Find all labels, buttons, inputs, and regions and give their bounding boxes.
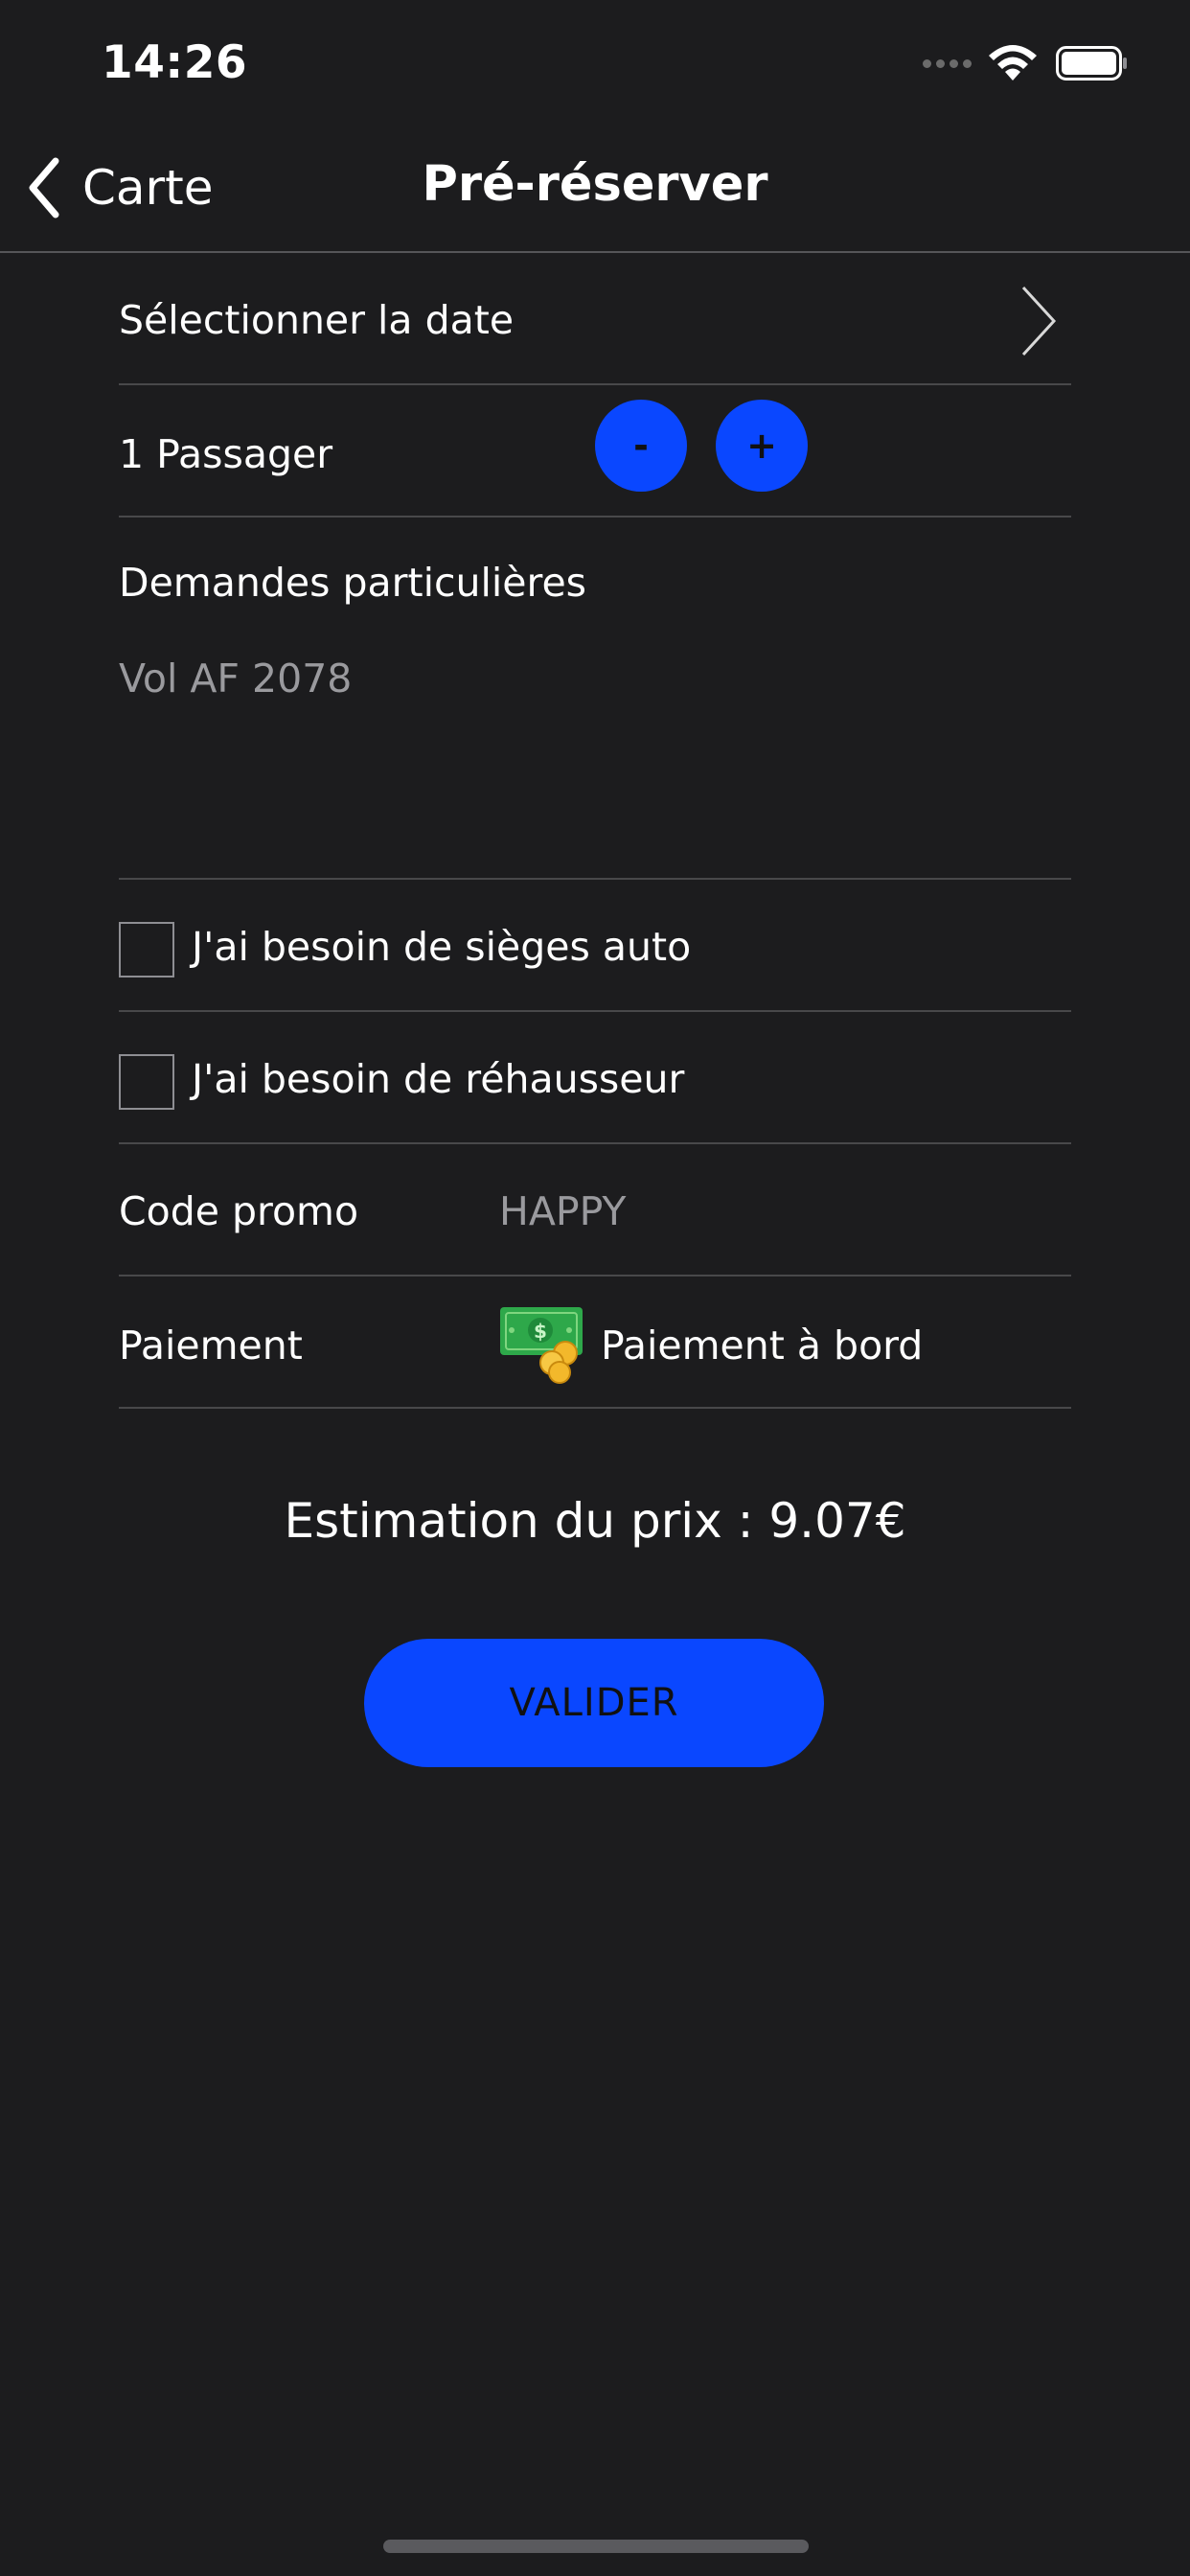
special-requests-label: Demandes particulières [119,560,587,606]
booster-checkbox[interactable] [119,1054,174,1110]
select-date-row[interactable]: Sélectionner la date [119,253,1071,385]
car-seat-checkbox[interactable] [119,922,174,978]
svg-text:$: $ [534,1320,547,1343]
home-indicator[interactable] [383,2540,809,2553]
promo-code-row: Code promo HAPPY [119,1144,1071,1276]
promo-code-label: Code promo [119,1188,359,1234]
passenger-count: 1 Passager [119,431,333,477]
status-icons [923,42,1129,84]
select-date-label: Sélectionner la date [119,297,515,343]
special-requests-input[interactable]: Vol AF 2078 [119,656,352,702]
signal-dots-icon [923,58,972,68]
payment-row[interactable]: Paiement $ Paiement à bord [119,1276,1071,1409]
payment-method: Paiement à bord [601,1322,924,1368]
promo-code-input[interactable]: HAPPY [499,1188,626,1234]
payment-label: Paiement [119,1322,303,1368]
wifi-icon [989,45,1037,80]
car-seat-label: J'ai besoin de sièges auto [192,924,692,970]
price-estimate: Estimation du prix : 9.07€ [284,1493,906,1549]
page-title: Pré-réserver [422,156,768,213]
validate-button[interactable]: VALIDER [364,1639,824,1767]
car-seat-option[interactable]: J'ai besoin de sièges auto [119,880,1071,1012]
status-time: 14:26 [102,36,248,89]
booster-option[interactable]: J'ai besoin de réhausseur [119,1012,1071,1144]
decrease-passenger-button[interactable]: - [595,400,687,492]
chevron-right-icon [1021,286,1057,356]
passenger-row: 1 Passager - + [119,385,1071,518]
booster-label: J'ai besoin de réhausseur [192,1056,685,1102]
money-icon: $ [500,1307,583,1384]
battery-icon [1056,46,1127,80]
special-requests-field[interactable]: Demandes particulières Vol AF 2078 [119,518,1071,880]
increase-passenger-button[interactable]: + [716,400,808,492]
